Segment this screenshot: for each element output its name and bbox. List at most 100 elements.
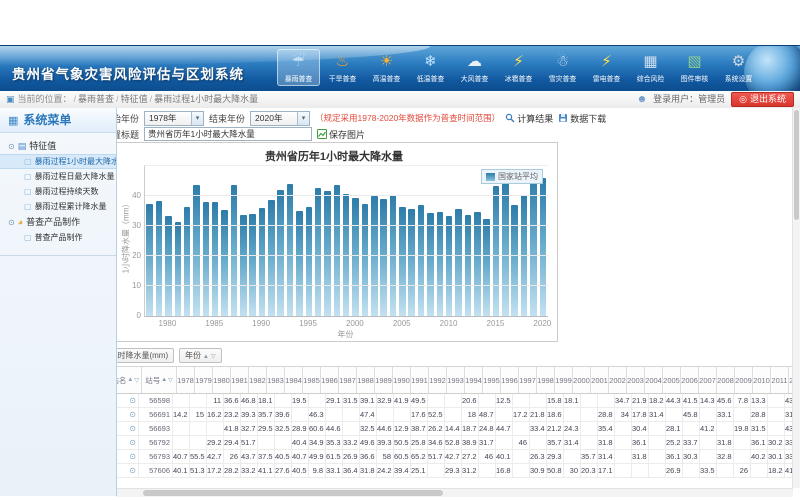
year-header-1990[interactable]: 1990 xyxy=(393,367,411,393)
bar-2020 xyxy=(540,178,547,316)
horizontal-scrollbar[interactable] xyxy=(117,488,793,497)
logout-button[interactable]: ◎退出系统 xyxy=(731,92,794,107)
nav-item-干旱普查[interactable]: ♨干旱普查 xyxy=(321,49,364,86)
tree-item-暴雨过程累计降水量[interactable]: ▢暴雨过程累计降水量 xyxy=(0,199,116,214)
row-expand-cell[interactable]: ⊙ xyxy=(117,464,139,477)
tree-folder-1[interactable]: ⊙◕普查产品制作 xyxy=(0,214,116,230)
nav-item-雪灾普查[interactable]: ☃雪灾普查 xyxy=(541,49,584,86)
year-header-1981[interactable]: 1981 xyxy=(231,367,249,393)
year-header-1989[interactable]: 1989 xyxy=(375,367,393,393)
horizontal-scrollbar-thumb[interactable] xyxy=(143,490,443,496)
nav-item-暴雨普查[interactable]: ☔暴雨普查 xyxy=(277,49,320,86)
value-cell-1982: 32.7 xyxy=(241,422,258,435)
row-expand-cell[interactable]: ⊙ xyxy=(117,422,139,435)
year-header-2003[interactable]: 2003 xyxy=(627,367,645,393)
year-header-2011[interactable]: 2011 xyxy=(771,367,789,393)
tree-folder-0[interactable]: ⊙▤特征值 xyxy=(0,138,116,154)
data-download-button[interactable]: 数据下载 xyxy=(558,112,606,125)
nav-item-label: 低温普查 xyxy=(412,73,450,83)
nav-item-图件审核[interactable]: ▧图件审核 xyxy=(673,49,716,86)
year-header-1993[interactable]: 1993 xyxy=(447,367,465,393)
year-header-2005[interactable]: 2005 xyxy=(663,367,681,393)
value-cell-1991 xyxy=(394,408,411,421)
nav-item-冰雹普查[interactable]: ⚡冰雹普查 xyxy=(497,49,540,86)
year-header-1985[interactable]: 1985 xyxy=(303,367,321,393)
value-cell-2003: 17.1 xyxy=(598,464,615,477)
value-cell-1978 xyxy=(173,394,190,407)
value-cell-2006 xyxy=(649,422,666,435)
bar-1998 xyxy=(334,185,341,316)
row-expand-cell[interactable]: ⊙ xyxy=(117,450,139,463)
tree-item-暴雨过程日最大降水量[interactable]: ▢暴雨过程日最大降水量 xyxy=(0,169,116,184)
value-cell-1993: 52.5 xyxy=(428,408,445,421)
column-field-chip[interactable]: 年份▲▽ xyxy=(179,348,222,363)
year-header-1996[interactable]: 1996 xyxy=(501,367,519,393)
value-cell-1993 xyxy=(428,464,445,477)
y-tick-label: 30 xyxy=(117,221,141,230)
select-arrow-icon: ▾ xyxy=(191,112,203,125)
year-header-2001[interactable]: 2001 xyxy=(591,367,609,393)
row-expand-cell[interactable]: ⊙ xyxy=(117,394,139,407)
year-header-1999[interactable]: 1999 xyxy=(555,367,573,393)
start-year-select[interactable]: 1978年▾ xyxy=(144,111,204,126)
value-cell-2001 xyxy=(564,450,581,463)
nav-item-label: 冰雹普查 xyxy=(500,73,538,83)
station-name-header[interactable]: 站名▲▽ xyxy=(117,367,142,393)
year-header-2010[interactable]: 2010 xyxy=(753,367,771,393)
data-field-chip[interactable]: 1小时降水量(mm) xyxy=(117,348,174,363)
year-header-1992[interactable]: 1992 xyxy=(429,367,447,393)
breadcrumb-item-0[interactable]: 暴雨普查 xyxy=(78,94,114,104)
value-cell-1990: 58 xyxy=(377,450,394,463)
year-header-1988[interactable]: 1988 xyxy=(357,367,375,393)
breadcrumb-item-1[interactable]: 特征值 xyxy=(121,94,148,104)
nav-item-label: 雪灾普查 xyxy=(544,73,582,83)
x-tick-label: 1985 xyxy=(205,319,223,328)
year-header-1998[interactable]: 1998 xyxy=(537,367,555,393)
year-header-2004[interactable]: 2004 xyxy=(645,367,663,393)
nav-item-雷电普查[interactable]: ⚡雷电普查 xyxy=(585,49,628,86)
year-header-2007[interactable]: 2007 xyxy=(699,367,717,393)
year-header-1984[interactable]: 1984 xyxy=(285,367,303,393)
year-header-1997[interactable]: 1997 xyxy=(519,367,537,393)
year-header-1986[interactable]: 1986 xyxy=(321,367,339,393)
save-image-button[interactable]: 保存图片 xyxy=(317,128,365,141)
nav-item-综合风险[interactable]: ▦综合风险 xyxy=(629,49,672,86)
year-header-1982[interactable]: 1982 xyxy=(249,367,267,393)
value-cell-1995: 31.2 xyxy=(462,464,479,477)
year-header-1995[interactable]: 1995 xyxy=(483,367,501,393)
year-header-2006[interactable]: 2006 xyxy=(681,367,699,393)
tree-item-普查产品制作[interactable]: ▢普查产品制作 xyxy=(0,230,116,245)
value-cell-1989: 31.8 xyxy=(360,464,377,477)
year-header-1983[interactable]: 1983 xyxy=(267,367,285,393)
year-header-2000[interactable]: 2000 xyxy=(573,367,591,393)
nav-item-大风普查[interactable]: ☁大风普查 xyxy=(453,49,496,86)
row-expand-cell[interactable]: ⊙ xyxy=(117,436,139,449)
year-header-2002[interactable]: 2002 xyxy=(609,367,627,393)
breadcrumb-item-2[interactable]: 暴雨过程1小时最大降水量 xyxy=(154,94,258,104)
expand-icon[interactable]: ⊙ xyxy=(8,142,15,151)
year-header-1980[interactable]: 1980 xyxy=(213,367,231,393)
calc-result-button[interactable]: 计算结果 xyxy=(505,112,553,125)
vertical-scrollbar-thumb[interactable] xyxy=(794,110,799,220)
year-header-1991[interactable]: 1991 xyxy=(411,367,429,393)
year-header-1979[interactable]: 1979 xyxy=(195,367,213,393)
row-expand-cell[interactable]: ⊙ xyxy=(117,408,139,421)
year-header-1978[interactable]: 1978 xyxy=(177,367,195,393)
nav-item-系统设置[interactable]: ⚙系统设置 xyxy=(717,49,760,86)
vertical-scrollbar[interactable] xyxy=(792,108,800,488)
station-id-header[interactable]: 站号▲▽ xyxy=(142,367,177,393)
value-cell-1997: 40.1 xyxy=(496,450,513,463)
expand-icon[interactable]: ⊙ xyxy=(8,218,15,227)
nav-item-高温普查[interactable]: ☀高温普查 xyxy=(365,49,408,86)
end-year-select[interactable]: 2020年▾ xyxy=(250,111,310,126)
tree-item-暴雨过程1小时最大降水量[interactable]: ▢暴雨过程1小时最大降水量 xyxy=(0,154,116,169)
value-cell-2011: 19.8 xyxy=(734,422,751,435)
nav-item-低温普查[interactable]: ❄低温普查 xyxy=(409,49,452,86)
year-header-2009[interactable]: 2009 xyxy=(735,367,753,393)
year-header-2008[interactable]: 2008 xyxy=(717,367,735,393)
chart-title-input[interactable] xyxy=(144,127,312,141)
year-header-1987[interactable]: 1987 xyxy=(339,367,357,393)
year-header-1994[interactable]: 1994 xyxy=(465,367,483,393)
y-tick-label: 20 xyxy=(117,251,141,260)
tree-item-暴雨过程持续天数[interactable]: ▢暴雨过程持续天数 xyxy=(0,184,116,199)
